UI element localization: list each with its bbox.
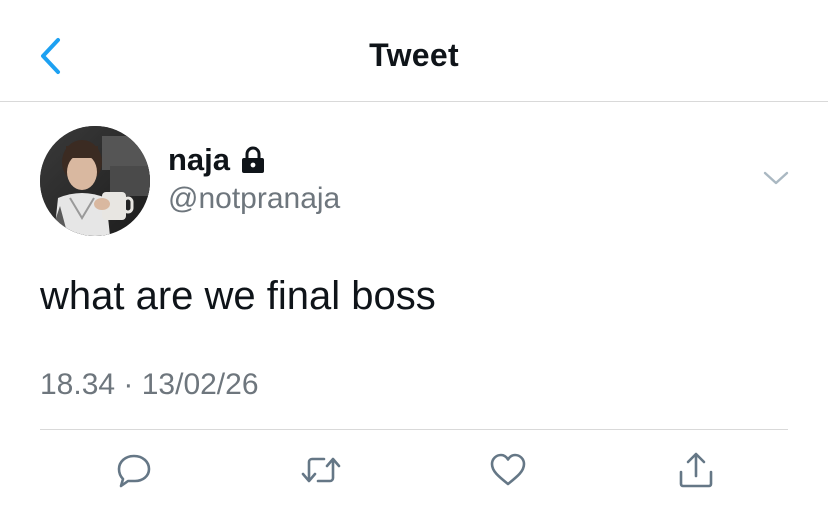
like-icon: [488, 450, 528, 495]
retweet-icon: [299, 450, 343, 495]
page-title: Tweet: [369, 37, 459, 73]
share-button[interactable]: [674, 450, 718, 494]
tweet-timestamp[interactable]: 18.34 · 13/02/26: [40, 366, 259, 404]
author-name[interactable]: naja: [168, 142, 266, 178]
tweet-text: what are we final boss: [40, 274, 436, 318]
like-button[interactable]: [486, 450, 530, 494]
divider: [40, 429, 788, 430]
reply-button[interactable]: [112, 450, 156, 494]
share-icon: [676, 450, 716, 495]
tweet-menu-button[interactable]: [760, 164, 792, 196]
avatar[interactable]: [40, 126, 150, 236]
author-handle[interactable]: @notpranaja: [168, 181, 340, 217]
top-bar: Tweet: [0, 0, 828, 102]
lock-icon: [240, 146, 266, 174]
display-name: naja: [168, 142, 231, 177]
chevron-down-icon: [763, 170, 789, 191]
retweet-button[interactable]: [299, 450, 343, 494]
reply-icon: [114, 450, 154, 495]
